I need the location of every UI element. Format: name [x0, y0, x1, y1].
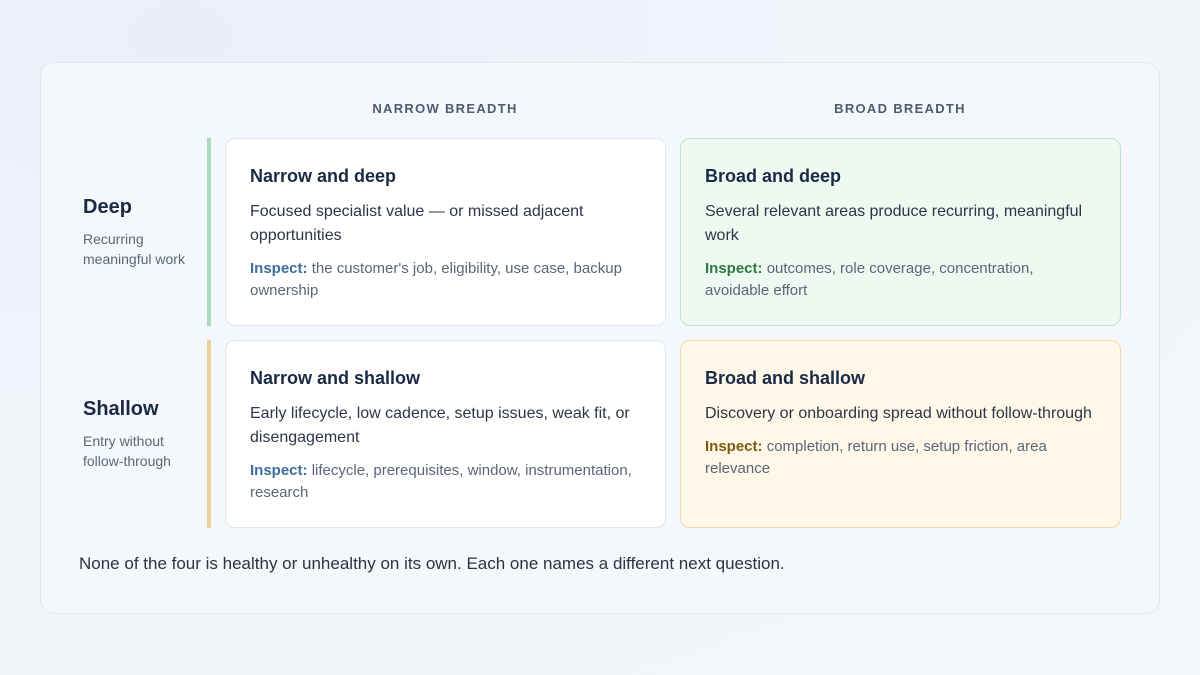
quadrant-inspect: Inspect: outcomes, role coverage, concen… [705, 258, 1096, 302]
inspect-label: Inspect: [705, 438, 763, 455]
inspect-label: Inspect: [250, 260, 308, 277]
quadrant-title: Broad and deep [705, 166, 842, 186]
inspect-label: Inspect: [705, 260, 763, 277]
quadrant-title: Narrow and deep [250, 166, 397, 186]
column-header-narrow: NARROW BREADTH [372, 101, 518, 116]
footer-note: None of the four is healthy or unhealthy… [79, 554, 785, 573]
row-label-deep: Deep Recurring meaningful work [83, 196, 203, 269]
row-label-shallow: Shallow Entry without follow-through [83, 398, 203, 471]
quadrant-narrow-deep: Narrow and deep Focused specialist value… [225, 138, 666, 326]
quadrant-inspect: Inspect: the customer's job, eligibility… [250, 258, 641, 302]
quadrant-description: Early lifecycle, low cadence, setup issu… [250, 405, 630, 446]
row-title-deep: Deep [83, 196, 132, 218]
quadrant-broad-shallow: Broad and shallow Discovery or onboardin… [680, 340, 1121, 528]
deep-row-accent-rule [207, 138, 211, 326]
quadrant-inspect: Inspect: lifecycle, prerequisites, windo… [250, 460, 641, 504]
page: NARROW BREADTH BROAD BREADTH Deep Recurr… [0, 0, 1200, 675]
inspect-text: lifecycle, prerequisites, window, instru… [250, 462, 632, 501]
row-subtitle-deep: Recurring meaningful work [83, 231, 185, 267]
quadrant-description: Focused specialist value — or missed adj… [250, 203, 584, 244]
quadrant-broad-deep: Broad and deep Several relevant areas pr… [680, 138, 1121, 326]
shallow-row-accent-rule [207, 340, 211, 528]
row-subtitle-shallow: Entry without follow-through [83, 433, 171, 469]
inspect-label: Inspect: [250, 462, 308, 479]
column-header-broad: BROAD BREADTH [834, 101, 966, 116]
quadrant-description: Several relevant areas produce recurring… [705, 203, 1083, 244]
quadrant-narrow-shallow: Narrow and shallow Early lifecycle, low … [225, 340, 666, 528]
quadrant-title: Broad and shallow [705, 368, 866, 388]
row-title-shallow: Shallow [83, 398, 159, 420]
quadrant-description: Discovery or onboarding spread without f… [705, 405, 1092, 422]
quadrant-title: Narrow and shallow [250, 368, 421, 388]
quadrant-inspect: Inspect: completion, return use, setup f… [705, 436, 1096, 480]
